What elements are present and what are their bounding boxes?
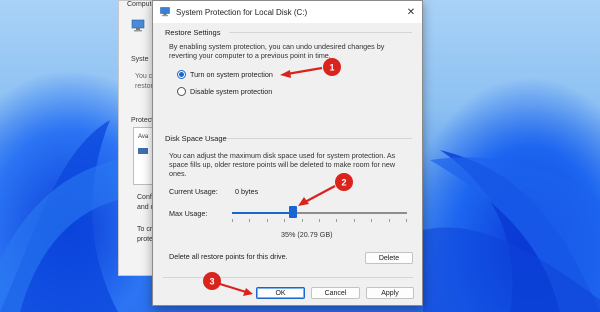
slider-tick xyxy=(249,219,250,222)
radio-button[interactable] xyxy=(177,87,186,96)
apply-button-label: Apply xyxy=(381,289,399,297)
slider-tick xyxy=(302,219,303,222)
ok-button-label: OK xyxy=(275,289,286,297)
radio-disable-protection[interactable]: Disable system protection xyxy=(177,87,272,96)
slider-thumb[interactable] xyxy=(289,206,297,218)
close-button[interactable]: ✕ xyxy=(400,1,422,23)
ok-button[interactable]: OK xyxy=(256,287,305,299)
system-protection-dialog: System Protection for Local Disk (C:) ✕ … xyxy=(152,0,423,306)
slider-ticks xyxy=(232,219,407,222)
dialog-title: System Protection for Local Disk (C:) xyxy=(176,7,308,17)
slider-tick xyxy=(371,219,372,222)
cancel-button[interactable]: Cancel xyxy=(311,287,360,299)
drive-icon xyxy=(138,148,148,154)
delete-button-label: Delete xyxy=(378,254,400,262)
slider-tick xyxy=(336,219,337,222)
slider-fill xyxy=(232,212,293,214)
bg-text-fragment: Conf xyxy=(137,194,152,201)
disk-space-heading: Disk Space Usage xyxy=(165,134,227,143)
radio-button-selected[interactable] xyxy=(177,70,186,79)
section-divider xyxy=(229,32,412,33)
apply-button[interactable]: Apply xyxy=(366,287,414,299)
restore-settings-heading-text: Restore Settings xyxy=(165,28,221,37)
slider-tick xyxy=(232,219,233,222)
restore-settings-description: By enabling system protection, you can u… xyxy=(169,42,385,60)
slider-tick xyxy=(267,219,268,222)
footer-divider xyxy=(163,277,413,278)
computer-icon xyxy=(131,19,145,33)
bg-text-fragment: To cr xyxy=(137,226,153,233)
radio-label: Disable system protection xyxy=(190,87,273,96)
disk-space-heading-text: Disk Space Usage xyxy=(165,134,227,143)
current-usage-label: Current Usage: xyxy=(169,187,218,196)
bg-text-fragment: You c xyxy=(135,73,153,80)
max-usage-percent: 35% (20.79 GB) xyxy=(281,230,333,239)
section-divider xyxy=(227,138,412,139)
delete-button[interactable]: Delete xyxy=(365,252,413,264)
restore-settings-heading: Restore Settings xyxy=(165,28,220,37)
slider-tick xyxy=(406,219,407,222)
max-usage-slider[interactable] xyxy=(232,206,407,222)
slider-tick xyxy=(319,219,320,222)
radio-label: Turn on system protection xyxy=(190,70,273,79)
delete-restore-points-text: Delete all restore points for this drive… xyxy=(169,252,288,261)
bg-text-fragment: restor xyxy=(135,83,153,90)
computer-icon xyxy=(160,7,170,17)
cancel-button-label: Cancel xyxy=(324,289,347,297)
slider-tick xyxy=(354,219,355,222)
disk-space-description: You can adjust the maximum disk space us… xyxy=(169,151,396,178)
max-usage-label: Max Usage: xyxy=(169,209,208,218)
dialog-titlebar[interactable]: System Protection for Local Disk (C:) ✕ xyxy=(153,1,422,23)
bg-text-fragment: Ava xyxy=(138,134,149,140)
bg-text-fragment: prote xyxy=(137,236,153,243)
current-usage-row: Current Usage: 0 bytes xyxy=(169,187,258,196)
slider-tick xyxy=(284,219,285,222)
current-usage-value: 0 bytes xyxy=(235,187,259,196)
bg-text-fragment: Syste xyxy=(131,56,149,63)
slider-tick xyxy=(389,219,390,222)
radio-turn-on-protection[interactable]: Turn on system protection xyxy=(177,70,273,79)
close-icon: ✕ xyxy=(406,6,416,18)
